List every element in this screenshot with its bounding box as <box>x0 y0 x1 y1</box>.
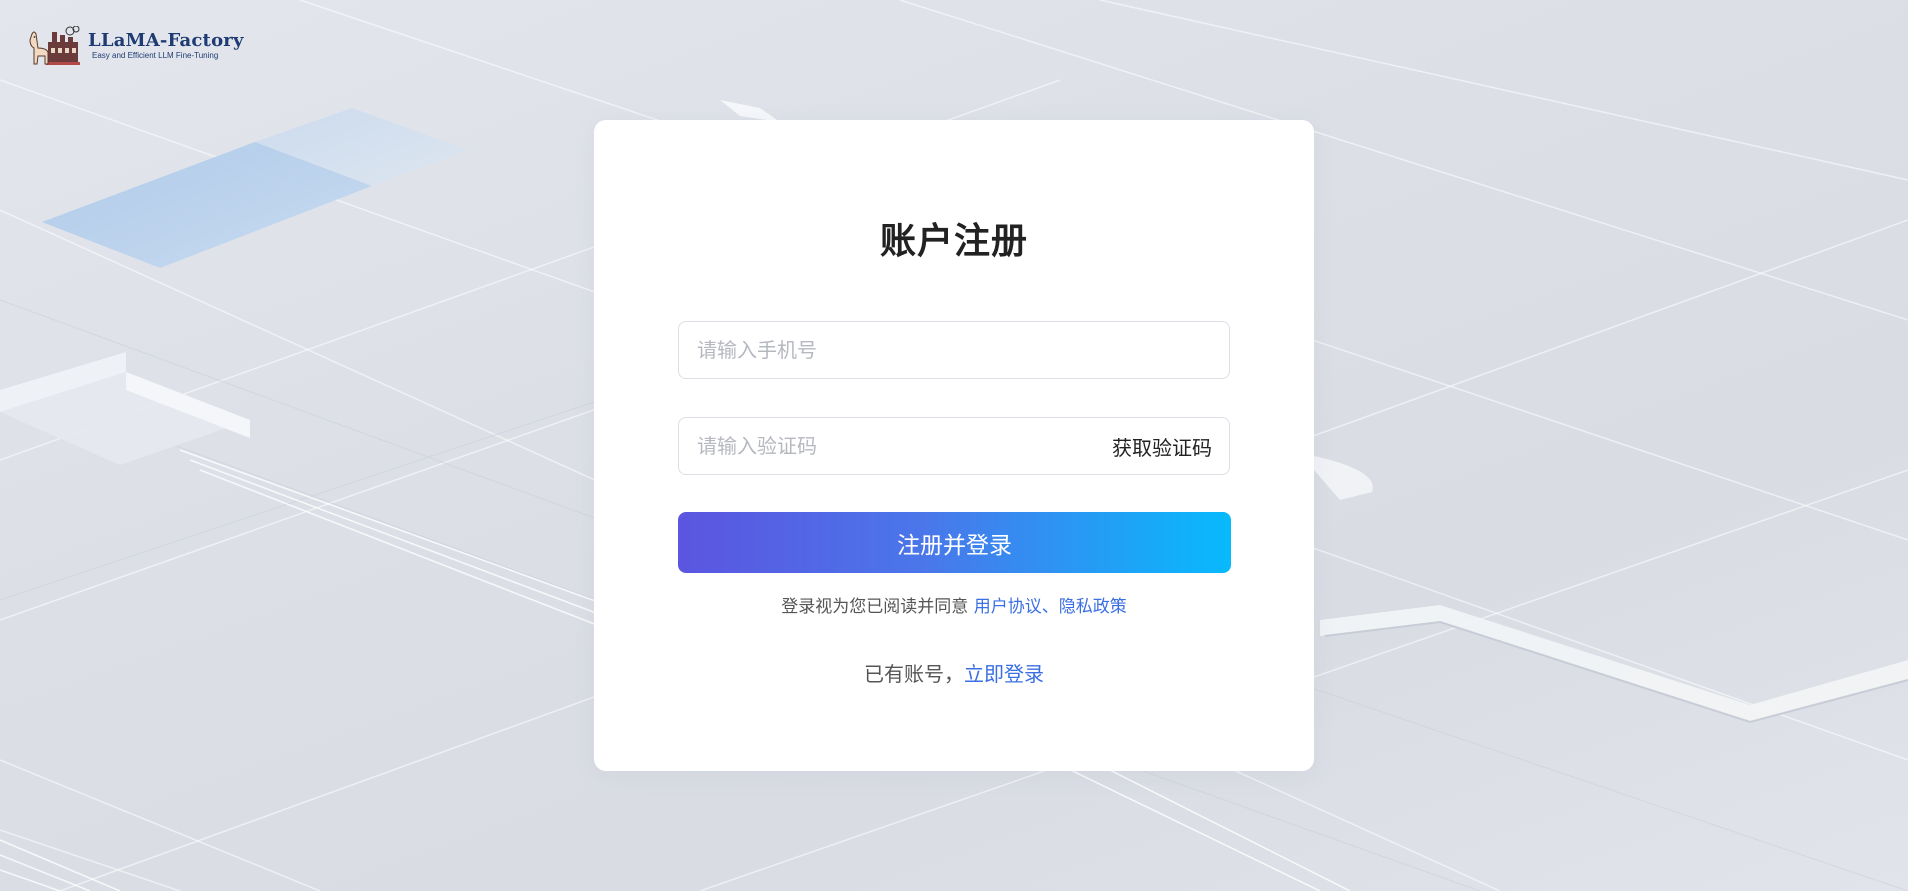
privacy-policy-link[interactable]: 隐私政策 <box>1059 597 1127 617</box>
get-code-button[interactable]: 获取验证码 <box>1112 432 1212 461</box>
have-account-prefix: 已有账号， <box>864 662 964 686</box>
page-background: LLaMA-Factory Easy and Efficient LLM Fin… <box>0 0 1908 891</box>
phone-field[interactable] <box>678 321 1230 379</box>
agreement-prefix: 登录视为您已阅读并同意 <box>781 597 969 617</box>
verification-code-field[interactable]: 获取验证码 <box>678 417 1230 475</box>
register-login-button[interactable]: 注册并登录 <box>678 512 1231 573</box>
brand-tagline: Easy and Efficient LLM Fine-Tuning <box>92 51 219 60</box>
brand-logo[interactable]: LLaMA-Factory Easy and Efficient LLM Fin… <box>26 26 244 66</box>
have-account-text: 已有账号，立即登录 <box>594 658 1314 687</box>
brand-name: LLaMA-Factory <box>88 30 244 51</box>
agreement-text: 登录视为您已阅读并同意 用户协议、隐私政策 <box>594 592 1314 617</box>
page-title: 账户注册 <box>879 221 1028 262</box>
agreement-separator: 、 <box>1041 597 1059 617</box>
user-agreement-link[interactable]: 用户协议 <box>974 597 1042 617</box>
verification-code-input[interactable] <box>679 418 1112 474</box>
login-now-link[interactable]: 立即登录 <box>964 662 1044 686</box>
phone-input[interactable] <box>679 322 1229 378</box>
register-card: 账户注册 获取验证码 注册并登录 登录视为您已阅读并同意 用户协议、隐私政策 已… <box>594 120 1314 771</box>
llama-logo-icon <box>29 26 80 65</box>
